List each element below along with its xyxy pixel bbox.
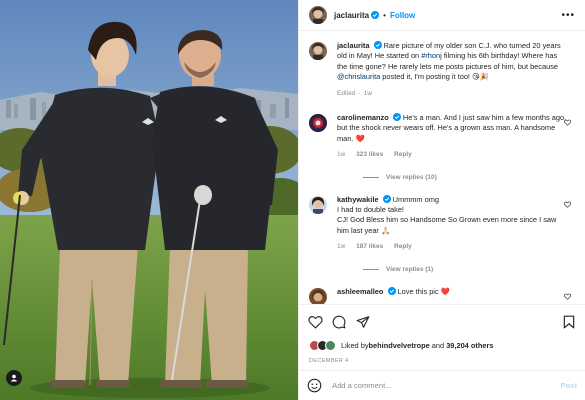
post-date[interactable]: DECEMBER 4 bbox=[299, 352, 585, 370]
comment-age: 1w bbox=[337, 151, 346, 159]
post-comment-button[interactable]: Post bbox=[561, 381, 577, 390]
commenter-avatar[interactable] bbox=[309, 114, 327, 133]
like-comment-heart-icon[interactable] bbox=[564, 293, 571, 300]
liker-avatars bbox=[309, 339, 336, 351]
comment-meta: 1w 323 likes Reply bbox=[337, 150, 567, 160]
liker-avatar bbox=[325, 339, 336, 351]
bookmark-icon bbox=[563, 315, 575, 328]
view-replies-label[interactable]: View replies (1) bbox=[386, 266, 433, 273]
comment-text: Love this pic bbox=[397, 286, 441, 296]
like-comment-heart-icon[interactable] bbox=[564, 119, 571, 126]
caption-author-avatar[interactable] bbox=[309, 42, 327, 60]
person-icon bbox=[10, 374, 18, 382]
comment-emoji: 🙏🏻 bbox=[380, 225, 391, 235]
comment-item: ashleemalleo Love this pic ❤️ bbox=[309, 286, 575, 304]
author-avatar[interactable] bbox=[309, 6, 327, 24]
replies-divider bbox=[363, 268, 379, 270]
likes-prefix: Liked by bbox=[341, 340, 369, 350]
caption-username[interactable]: jaclaurita bbox=[337, 41, 369, 50]
commenter-username[interactable]: ashleemalleo bbox=[337, 287, 383, 296]
view-replies-button[interactable]: View replies (1) bbox=[363, 266, 575, 273]
share-button[interactable] bbox=[355, 314, 371, 330]
commenter-avatar[interactable] bbox=[309, 287, 327, 304]
caption-age: 1w bbox=[363, 89, 372, 97]
comment-item: kathywakile Ummmm omg I had to double ta… bbox=[309, 194, 575, 253]
caption: jaclaurita Rare picture of my older son … bbox=[309, 41, 575, 99]
comment-likes[interactable]: 187 likes bbox=[356, 243, 383, 250]
tagged-users-button[interactable] bbox=[6, 370, 22, 386]
comment-bubble-icon bbox=[332, 315, 346, 328]
verified-badge-icon bbox=[382, 194, 391, 203]
add-comment-bar: Post bbox=[299, 370, 585, 400]
comment-likes[interactable]: 323 likes bbox=[356, 151, 383, 158]
caption-text-end: posted it, I'm posting it too! bbox=[380, 72, 473, 82]
hashtag-link[interactable]: #rhonj bbox=[421, 51, 442, 60]
commenter-avatar[interactable] bbox=[309, 195, 327, 214]
save-button[interactable] bbox=[561, 314, 577, 330]
golf-photo-image bbox=[0, 0, 298, 400]
more-options-icon[interactable]: ••• bbox=[561, 10, 575, 21]
like-button[interactable] bbox=[307, 314, 323, 330]
action-bar bbox=[299, 304, 585, 338]
liker-username[interactable]: behindvelvetrope bbox=[369, 341, 430, 350]
reply-button[interactable]: Reply bbox=[394, 243, 412, 250]
follow-button[interactable]: Follow bbox=[390, 11, 415, 20]
view-replies-label[interactable]: View replies (10) bbox=[386, 174, 437, 181]
comment-text-line3: CJ! God Bless him so Handsome So Grown e… bbox=[337, 215, 567, 236]
comment-text: Ummmm omg bbox=[392, 194, 440, 204]
comment-emoji: ❤️ bbox=[440, 286, 450, 296]
comments-section[interactable]: jaclaurita Rare picture of my older son … bbox=[299, 31, 585, 304]
post-photo[interactable] bbox=[0, 0, 298, 400]
comment-meta: 1w 187 likes Reply bbox=[337, 242, 567, 252]
caption-emoji: 😘🎉 bbox=[472, 72, 489, 82]
like-comment-heart-icon[interactable] bbox=[564, 201, 571, 208]
post-header: jaclaurita • Follow ••• bbox=[299, 0, 585, 31]
comment-age: 1w bbox=[337, 243, 346, 251]
replies-divider bbox=[363, 176, 379, 178]
author-username[interactable]: jaclaurita bbox=[334, 11, 369, 20]
send-paper-plane-icon bbox=[356, 315, 370, 328]
commenter-username[interactable]: kathywakile bbox=[337, 195, 379, 204]
commenter-username[interactable]: carolinemanzo bbox=[337, 113, 389, 122]
likes-count[interactable]: 39,204 others bbox=[446, 341, 493, 350]
edited-label: Edited bbox=[337, 89, 356, 97]
comment-item: carolinemanzo He's a man. And I just saw… bbox=[309, 113, 575, 161]
header-separator: • bbox=[383, 10, 386, 20]
caption-meta: Edited · 1w bbox=[337, 89, 372, 97]
likes-summary: Liked by behindvelvetrope and 39,204 oth… bbox=[299, 338, 585, 352]
verified-badge-icon bbox=[387, 286, 396, 295]
heart-icon bbox=[307, 315, 323, 328]
add-comment-input[interactable] bbox=[332, 381, 561, 390]
verified-badge-icon bbox=[373, 41, 382, 49]
verified-badge-icon bbox=[371, 11, 380, 19]
view-replies-button[interactable]: View replies (10) bbox=[363, 174, 575, 181]
verified-badge-icon bbox=[392, 113, 401, 122]
likes-middle: and bbox=[429, 340, 447, 350]
comment-text-line3-text: CJ! God Bless him so Handsome So Grown e… bbox=[337, 215, 557, 235]
comment-button[interactable] bbox=[331, 314, 347, 330]
instagram-post: jaclaurita • Follow ••• jaclaurita Rare … bbox=[0, 0, 585, 400]
comment-text-line2: I had to double take! bbox=[337, 205, 404, 215]
comment-emoji: ❤️ bbox=[355, 133, 365, 143]
emoji-icon[interactable] bbox=[307, 378, 322, 393]
mention-link[interactable]: @chrislaurita bbox=[337, 72, 380, 81]
post-details-panel: jaclaurita • Follow ••• jaclaurita Rare … bbox=[298, 0, 585, 400]
reply-button[interactable]: Reply bbox=[394, 151, 412, 158]
